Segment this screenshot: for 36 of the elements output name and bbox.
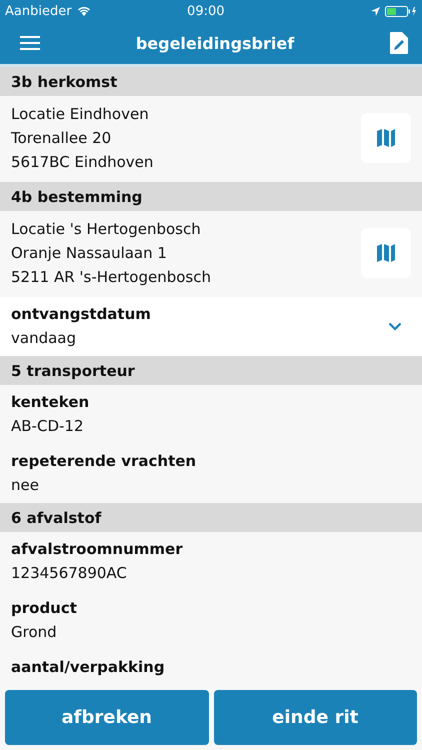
map-button[interactable] (361, 228, 411, 278)
section-header: 6 afvalstof (0, 503, 422, 532)
screen-title: begeleidingsbrief (136, 34, 294, 52)
field-label: kenteken (11, 392, 90, 413)
address-line: Locatie 's Hertogenbosch (11, 219, 202, 240)
section-header: 5 transporteur (0, 356, 422, 385)
field-label: afvalstroomnummer (11, 539, 183, 560)
address-line: 5211 AR 's-Hertogenbosch (11, 267, 212, 288)
address-line: 5617BC Eindhoven (11, 152, 154, 173)
field-label: product (11, 598, 77, 619)
map-button[interactable] (361, 113, 411, 163)
address-line: Torenallee 20 (11, 128, 112, 149)
wifi-icon (76, 6, 91, 16)
chevron-down-icon[interactable] (388, 322, 402, 330)
field-label: repeterende vrachten (11, 451, 196, 472)
address-line: Oranje Nassaulaan 1 (11, 243, 168, 264)
status-time: 09:00 (186, 4, 226, 18)
battery-icon (385, 6, 417, 16)
edit-document-icon[interactable] (388, 30, 410, 56)
action-button[interactable]: einde rit (214, 690, 417, 745)
field-label: ontvangstdatum (11, 304, 151, 325)
menu-icon[interactable] (18, 34, 42, 52)
address-line: Locatie Eindhoven (11, 104, 150, 125)
map-icon (376, 128, 396, 148)
section-header: 3b herkomst (0, 67, 422, 96)
field-value: AB-CD-12 (11, 416, 84, 437)
carrier-name: Aanbieder (5, 4, 72, 18)
field-value: Grond (11, 622, 58, 643)
field-value: nee (11, 475, 40, 496)
location-arrow-icon (371, 6, 380, 16)
section-header: 4b bestemming (0, 182, 422, 211)
action-button[interactable]: afbreken (5, 690, 208, 745)
field-value[interactable]: vandaag (11, 326, 151, 350)
field-value: 1234567890AC (11, 563, 128, 584)
field-label: aantal/verpakking (11, 657, 165, 678)
map-icon (376, 243, 396, 263)
